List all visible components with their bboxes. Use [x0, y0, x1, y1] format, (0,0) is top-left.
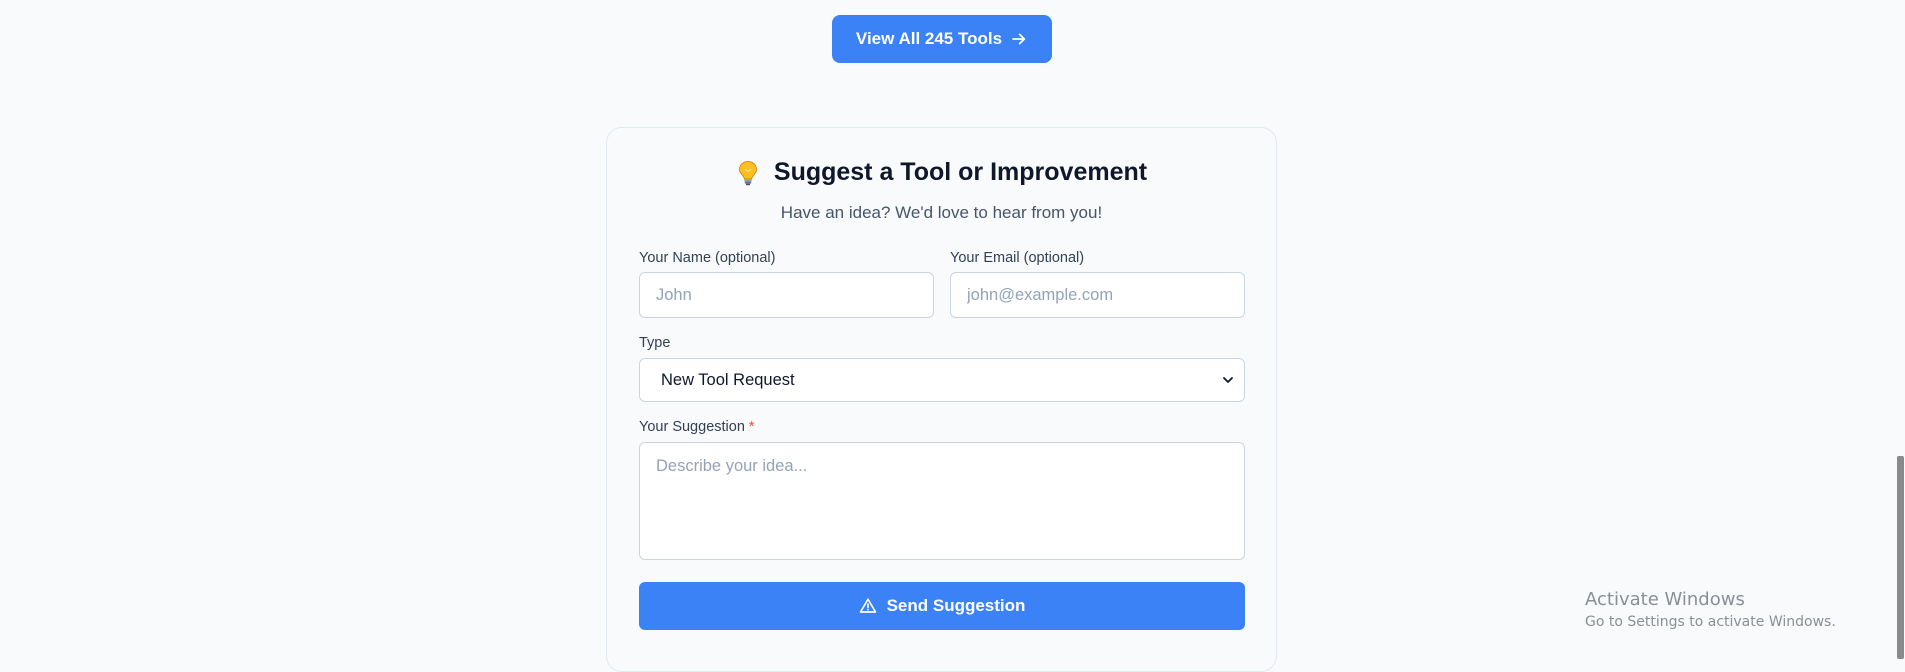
required-marker: * [748, 419, 755, 435]
warning-triangle-icon [859, 597, 877, 615]
card-title: Suggest a Tool or Improvement [607, 158, 1276, 187]
send-suggestion-button[interactable]: Send Suggestion [639, 582, 1245, 630]
view-all-tools-button[interactable]: View All 245 Tools [832, 15, 1052, 63]
scrollbar-thumb[interactable] [1897, 456, 1904, 659]
arrow-right-icon [1010, 30, 1028, 48]
type-select[interactable]: New Tool Request [639, 358, 1245, 402]
suggestion-card: Suggest a Tool or Improvement Have an id… [606, 127, 1277, 672]
email-field-label: Your Email (optional) [950, 250, 1085, 266]
watermark-title: Activate Windows [1585, 589, 1745, 610]
chevron-down-icon [1222, 374, 1234, 386]
name-field-label: Your Name (optional) [639, 250, 776, 266]
email-input[interactable] [950, 272, 1245, 318]
card-title-text: Suggest a Tool or Improvement [773, 158, 1148, 186]
suggestion-label-text: Your Suggestion [639, 419, 745, 435]
lightbulb-icon [736, 160, 760, 186]
activate-windows-watermark: Activate Windows Go to Settings to activ… [1585, 588, 1836, 632]
name-input[interactable] [639, 272, 934, 318]
type-select-value: New Tool Request [661, 370, 795, 389]
card-subtitle: Have an idea? We'd love to hear from you… [780, 203, 1103, 222]
suggestion-textarea[interactable] [639, 442, 1245, 560]
send-suggestion-label: Send Suggestion [886, 596, 1026, 615]
type-field-label: Type [639, 335, 671, 351]
view-all-tools-label: View All 245 Tools [855, 29, 1003, 48]
suggestion-field-label: Your Suggestion * [639, 419, 755, 435]
watermark-subtitle: Go to Settings to activate Windows. [1585, 614, 1836, 630]
